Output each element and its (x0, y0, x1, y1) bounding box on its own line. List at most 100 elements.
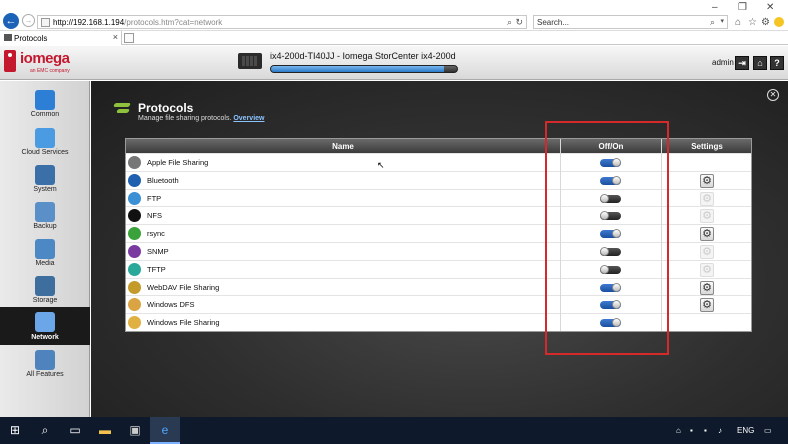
tools-icon[interactable]: ⚙ (761, 17, 770, 28)
close-tab-icon[interactable]: × (113, 32, 118, 42)
sidebar-item-label: Cloud Services (21, 149, 69, 156)
chevron-down-icon[interactable]: ▾ (720, 17, 724, 25)
mouse-cursor-icon: ↖ (377, 160, 385, 170)
sidebar-item-storage[interactable]: Storage (0, 271, 90, 307)
protocol-icon (128, 262, 141, 276)
device-name: ix4-200d-TI40JJ - Iomega StorCenter ix4-… (270, 51, 456, 61)
sidebar-item-system[interactable]: System (0, 160, 90, 196)
search-icon[interactable]: ⌕ (710, 17, 715, 28)
search-taskbar-icon[interactable]: ⌕ (30, 417, 60, 444)
sidebar-item-label: Network (31, 334, 59, 341)
settings-gear-icon[interactable]: ⚙ (700, 173, 714, 188)
file-explorer-icon[interactable]: ▬ (90, 417, 120, 444)
logout-icon[interactable]: ⇥ (735, 56, 749, 70)
internet-explorer-icon[interactable]: e (150, 417, 180, 444)
protocol-name: rsync (147, 229, 165, 239)
sidebar: Common Cloud Services System Backup Media Sto… (0, 81, 90, 417)
close-window-icon[interactable]: ✕ (766, 2, 774, 13)
capacity-bar[interactable] (270, 65, 458, 73)
home-button-icon[interactable]: ⌂ (753, 56, 767, 70)
address-bar[interactable]: http://192.168.1.194/protocols.htm?cat=n… (37, 15, 527, 29)
task-view-icon[interactable]: ▭ (60, 417, 90, 444)
close-panel-icon[interactable]: ✕ (767, 89, 779, 101)
protocol-icon (128, 156, 141, 169)
home-icon[interactable]: ⌂ (735, 17, 741, 28)
refresh-icon[interactable]: ↻ (515, 17, 523, 28)
minimize-icon[interactable]: – (712, 2, 718, 13)
settings-gear-icon[interactable]: ⚙ (700, 298, 714, 313)
app-icon[interactable]: ▣ (120, 417, 150, 444)
protocol-icon (128, 227, 141, 241)
backup-icon (35, 202, 55, 222)
overview-link[interactable]: Overview (233, 115, 264, 122)
main-panel: ✕ Protocols Manage file sharing protocol… (91, 81, 788, 417)
gear-icon (35, 165, 55, 185)
start-icon[interactable]: ⊞ (0, 417, 30, 444)
cloud-icon (35, 128, 55, 148)
app-header: iomega an EMC company ix4-200d-TI40JJ - … (0, 46, 788, 80)
restore-icon[interactable]: ❐ (738, 2, 747, 13)
settings-gear-icon[interactable]: ⚙ (700, 227, 714, 242)
highlight-box (545, 121, 669, 355)
browser-toolbar: – ❐ ✕ ← → http://192.168.1.194/protocols… (0, 0, 788, 31)
new-tab-button[interactable] (124, 33, 134, 43)
help-icon[interactable]: ? (770, 56, 784, 70)
sidebar-item-label: Common (30, 111, 60, 118)
protocol-name: Windows DFS (147, 300, 195, 310)
search-box[interactable]: Search... ⌕ ▾ (533, 15, 728, 29)
column-name[interactable]: Name (126, 142, 560, 151)
sidebar-item-network[interactable]: Network (0, 307, 90, 345)
protocol-icon (128, 316, 141, 330)
language-indicator[interactable]: ENG (737, 426, 754, 435)
logo-text: iomega (20, 50, 70, 67)
user-name: admin (712, 58, 734, 67)
sidebar-item-common[interactable]: Common (0, 85, 90, 121)
favorites-icon[interactable]: ☆ (748, 17, 757, 28)
protocol-name: WebDAV File Sharing (147, 282, 220, 292)
back-button[interactable]: ← (3, 13, 19, 29)
sidebar-item-media[interactable]: Media (0, 234, 90, 270)
capacity-fill (271, 66, 444, 72)
protocol-name: NFS (147, 211, 162, 221)
protocol-name: SNMP (147, 246, 169, 256)
protocol-icon (128, 298, 141, 312)
feedback-icon[interactable] (774, 17, 784, 27)
protocol-name: Bluetooth (147, 175, 179, 185)
page-title: Protocols (138, 101, 194, 115)
protocol-name: Windows File Sharing (147, 318, 220, 328)
settings-gear-icon: ⚙ (700, 209, 714, 224)
tab-protocols[interactable]: Protocols × (0, 31, 122, 45)
protocol-name: Apple File Sharing (147, 158, 209, 167)
notification-icon[interactable]: ▭ (764, 426, 772, 435)
settings-gear-icon[interactable]: ⚙ (700, 280, 714, 295)
subtitle-text: Manage file sharing protocols. (138, 115, 232, 122)
storage-icon (35, 276, 55, 296)
protocol-icon (128, 209, 141, 223)
protocol-name: TFTP (147, 264, 166, 274)
tab-strip: Protocols × (0, 31, 788, 45)
tray-icon-2[interactable]: ▪ (704, 426, 707, 435)
volume-icon[interactable]: ♪ (718, 426, 722, 435)
iomega-logo-icon (4, 50, 16, 72)
sidebar-item-cloud-services[interactable]: Cloud Services (0, 123, 90, 159)
settings-gear-icon: ⚙ (700, 244, 714, 259)
sidebar-item-all-features[interactable]: All Features (0, 345, 90, 381)
search-dropdown-icon[interactable]: ⌕ (507, 17, 512, 28)
sidebar-item-label: Backup (33, 223, 57, 230)
logo-subtitle: an EMC company (30, 68, 70, 74)
settings-gear-icon: ⚙ (700, 191, 714, 206)
page-icon (41, 18, 50, 27)
sidebar-item-label: All Features (26, 371, 64, 378)
column-settings[interactable]: Settings (662, 142, 752, 151)
protocol-icon (128, 173, 141, 187)
grid-icon (35, 350, 55, 370)
sidebar-item-label: System (33, 186, 57, 193)
protocols-icon (114, 103, 132, 115)
tray-icon-1[interactable]: ▪ (690, 426, 693, 435)
network-tray-icon[interactable]: ⌂ (676, 426, 681, 435)
protocol-icon (128, 191, 141, 205)
protocol-icon (128, 280, 141, 294)
forward-button[interactable]: → (22, 14, 35, 27)
settings-gear-icon: ⚙ (700, 262, 714, 277)
sidebar-item-backup[interactable]: Backup (0, 197, 90, 233)
